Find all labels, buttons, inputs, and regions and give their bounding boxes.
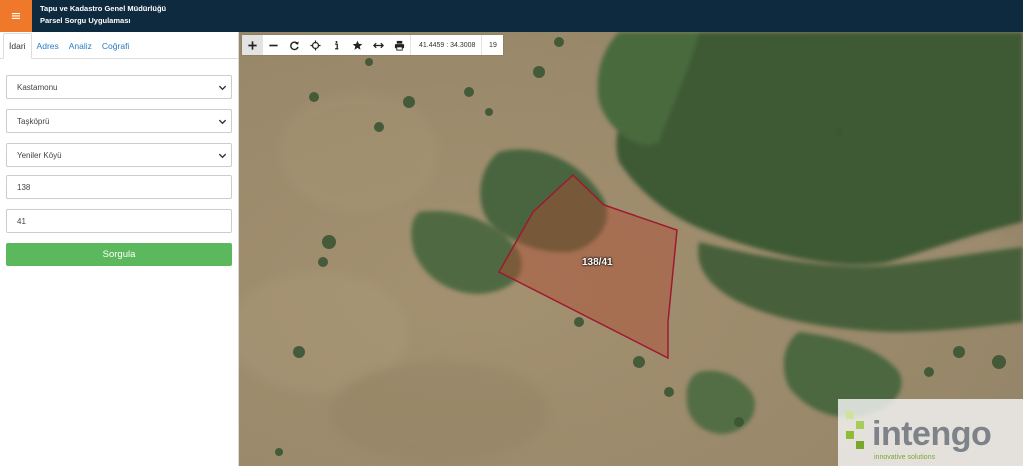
- app-header: ≡ Tapu ve Kadastro Genel Müdürlüğü Parse…: [0, 0, 1023, 32]
- print-icon: [394, 40, 405, 51]
- locate-icon: [310, 39, 321, 51]
- ilce-select[interactable]: Taşköprü: [6, 109, 232, 133]
- refresh-icon: [290, 40, 299, 50]
- favorite-button[interactable]: [347, 35, 368, 55]
- zoom-out-button[interactable]: [263, 35, 284, 55]
- sidebar: İdari Adres Analiz Coğrafi Kastamonu Taş…: [0, 32, 239, 466]
- minus-icon: [269, 44, 278, 46]
- app-title-line2: Parsel Sorgu Uygulaması: [40, 16, 131, 25]
- map-view[interactable]: 41.4459 : 34.3008 19 138/41 intengo inno…: [239, 32, 1023, 466]
- mahalle-select[interactable]: Yeniler Köyü: [6, 143, 232, 167]
- locate-button[interactable]: [305, 35, 326, 55]
- map-toolbar: 41.4459 : 34.3008 19: [242, 35, 504, 55]
- app-title-line1: Tapu ve Kadastro Genel Müdürlüğü: [40, 4, 167, 13]
- il-select-value: Kastamonu: [17, 82, 58, 92]
- ilce-select-value: Taşköprü: [17, 116, 50, 126]
- logo-square: [846, 431, 854, 439]
- hamburger-icon: ≡: [10, 8, 22, 24]
- mahalle-select-value: Yeniler Köyü: [17, 150, 62, 160]
- zoom-in-button[interactable]: [242, 35, 263, 55]
- chevron-down-icon: [218, 153, 227, 159]
- watermark: intengo innovative solutions: [838, 399, 1023, 466]
- ada-input-value: 138: [17, 182, 31, 192]
- logo-square: [856, 441, 864, 449]
- menu-button[interactable]: ≡: [0, 0, 32, 32]
- tab-adres[interactable]: Adres: [32, 32, 64, 58]
- tab-analiz[interactable]: Analiz: [64, 32, 97, 58]
- chevron-down-icon: [218, 119, 227, 125]
- info-button[interactable]: [326, 35, 347, 55]
- measure-icon: [373, 42, 384, 48]
- query-button[interactable]: Sorgula: [6, 243, 232, 266]
- parsel-input[interactable]: 41: [6, 209, 232, 233]
- info-icon: [335, 40, 339, 49]
- measure-button[interactable]: [368, 35, 389, 55]
- parsel-input-value: 41: [17, 216, 26, 226]
- app-title: Tapu ve Kadastro Genel Müdürlüğü Parsel …: [40, 3, 166, 27]
- coordinate-readout: 41.4459 : 34.3008: [410, 35, 481, 55]
- refresh-button[interactable]: [284, 35, 305, 55]
- logo-square: [856, 421, 864, 429]
- tab-cografi[interactable]: Coğrafi: [97, 32, 134, 58]
- plus-icon: [248, 40, 257, 50]
- il-select[interactable]: Kastamonu: [6, 75, 232, 99]
- watermark-brand: intengo: [872, 415, 992, 453]
- sidebar-tabs: İdari Adres Analiz Coğrafi: [0, 32, 238, 59]
- tab-idari[interactable]: İdari: [3, 33, 32, 59]
- parcel-label: 138/41: [582, 257, 613, 268]
- chevron-down-icon: [218, 85, 227, 91]
- zoom-level: 19: [481, 35, 503, 55]
- watermark-tagline: innovative solutions: [874, 454, 936, 461]
- ada-input[interactable]: 138: [6, 175, 232, 199]
- logo-square: [846, 411, 854, 419]
- print-button[interactable]: [389, 35, 410, 55]
- star-icon: [352, 40, 363, 50]
